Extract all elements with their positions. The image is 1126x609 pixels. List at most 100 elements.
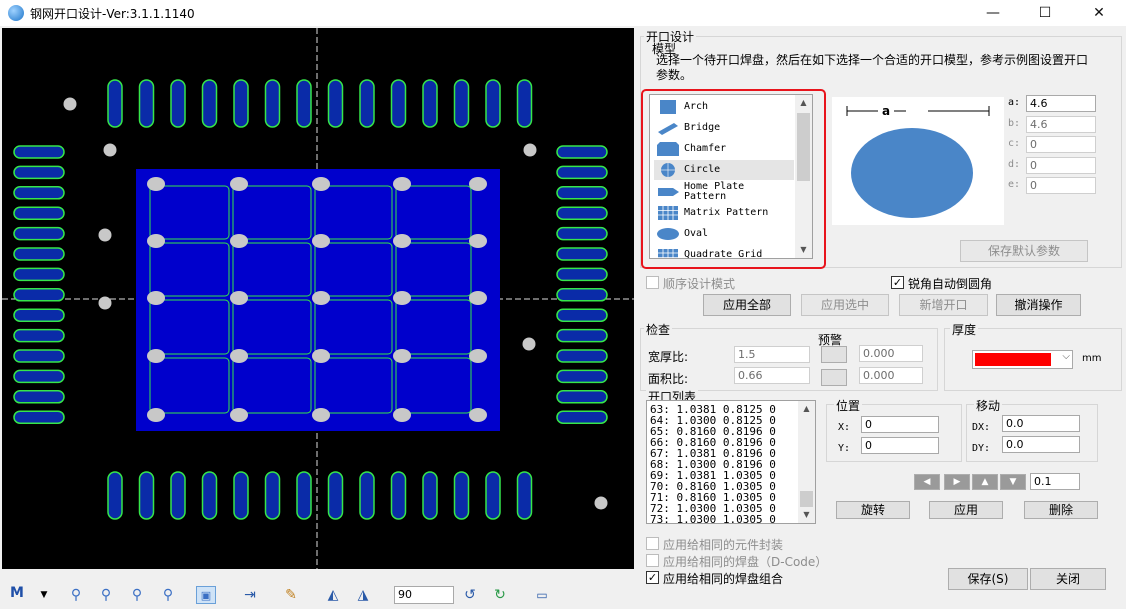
area-warn-value[interactable]: 0.000 [859, 367, 923, 384]
move-right-icon[interactable]: ▶ [944, 474, 970, 490]
model-item-home-plate[interactable]: Home Plate Pattern [654, 182, 794, 202]
model-item-matrix[interactable]: Matrix Pattern [654, 203, 794, 223]
zoom-fit-icon[interactable]: ⚲ [127, 586, 147, 604]
pad [107, 471, 123, 520]
minimize-button[interactable]: — [970, 0, 1016, 26]
zoom-out-icon[interactable]: ⚲ [96, 586, 116, 604]
rotation-angle-input[interactable]: 90 [394, 586, 454, 604]
opening-list-row[interactable]: 73: 1.0300 1.0305 0 [650, 514, 776, 523]
zoom-in-icon[interactable]: ⚲ [66, 586, 86, 604]
same-group-label: 应用给相同的焊盘组合 [663, 572, 784, 586]
window-icon[interactable]: ▭ [532, 586, 552, 604]
apply-all-button[interactable]: 应用全部 [703, 294, 791, 316]
param-c-label: c: [1008, 138, 1021, 149]
pad [13, 369, 65, 384]
move-dy-label: DY: [972, 443, 991, 454]
pad [556, 328, 608, 343]
import-icon[interactable]: ⇥ [240, 586, 260, 604]
position-x-input[interactable]: 0 [861, 416, 939, 433]
move-step-input[interactable]: 0.1 [1030, 473, 1080, 490]
model-item-quadrate-grid[interactable]: Quadrate Grid [654, 245, 794, 258]
chevron-down-icon[interactable]: ▼ [34, 586, 54, 604]
move-up-icon[interactable]: ▲ [972, 474, 998, 490]
apply-button[interactable]: 应用 [929, 501, 1003, 519]
pad [13, 410, 65, 424]
param-a-input[interactable]: 4.6 [1026, 95, 1096, 112]
pad [556, 145, 608, 159]
same-package-checkbox[interactable] [646, 537, 659, 550]
rotate-cw-icon[interactable]: ↻ [490, 586, 510, 604]
sequential-mode-checkbox[interactable] [646, 276, 659, 289]
save-button[interactable]: 保存(S) [948, 568, 1028, 590]
ratio-warn-value[interactable]: 0.000 [859, 345, 923, 362]
auto-round-label: 锐角自动倒圆角 [908, 277, 993, 291]
close-button[interactable]: 关闭 [1030, 568, 1106, 590]
scroll-up-icon[interactable]: ▲ [798, 401, 815, 417]
pad [13, 165, 65, 180]
via [393, 177, 411, 191]
pad [556, 349, 608, 363]
mirror-vertical-icon[interactable]: ◮ [353, 586, 373, 604]
pad [422, 471, 438, 520]
pad [556, 206, 608, 220]
position-label: 位置 [834, 397, 863, 414]
pad [453, 471, 470, 520]
ratio-warn-color[interactable] [821, 346, 847, 363]
rotate-button[interactable]: 旋转 [836, 501, 910, 519]
apply-selected-button[interactable]: 应用选中 [801, 294, 889, 316]
brush-icon[interactable]: ✎ [281, 586, 301, 604]
scroll-thumb[interactable] [800, 491, 813, 507]
scroll-up-icon[interactable]: ▲ [795, 95, 812, 111]
opening-list-scrollbar[interactable]: ▲ ▼ [798, 401, 815, 523]
opening-list[interactable]: 63: 1.0381 0.8125 0 64: 1.0300 0.8125 0 65… [646, 400, 816, 524]
pad [13, 145, 65, 159]
same-package-label: 应用给相同的元件封装 [663, 538, 784, 552]
move-left-icon[interactable]: ◀ [914, 474, 940, 490]
pad [390, 79, 407, 128]
model-list-scrollbar[interactable]: ▲ ▼ [795, 95, 812, 258]
param-b-input[interactable]: 4.6 [1026, 116, 1096, 133]
bridge-icon [658, 123, 678, 135]
scroll-down-icon[interactable]: ▼ [795, 242, 812, 258]
pad [13, 226, 65, 241]
scroll-thumb[interactable] [797, 113, 810, 181]
mirror-horizontal-icon[interactable]: ◭ [323, 586, 343, 604]
same-dcode-checkbox[interactable] [646, 554, 659, 567]
model-item-oval[interactable]: Oval [654, 224, 794, 244]
position-y-input[interactable]: 0 [861, 437, 939, 454]
move-down-icon[interactable]: ▼ [1000, 474, 1026, 490]
undo-button[interactable]: 撤消操作 [996, 294, 1081, 316]
model-list[interactable]: Arch Bridge Chamfer Circle Home Plate Pa… [649, 94, 813, 259]
model-item-bridge[interactable]: Bridge [654, 118, 794, 138]
zoom-window-icon[interactable]: ⚲ [158, 586, 178, 604]
rotate-ccw-icon[interactable]: ↺ [460, 586, 480, 604]
param-c-input[interactable]: 0 [1026, 136, 1096, 153]
via [98, 228, 112, 242]
scroll-down-icon[interactable]: ▼ [798, 507, 815, 523]
pad [107, 79, 123, 128]
same-group-checkbox[interactable]: ✓ [646, 571, 659, 584]
view-icon[interactable]: ▣ [196, 586, 216, 604]
auto-round-checkbox[interactable]: ✓ [891, 276, 904, 289]
param-e-input[interactable]: 0 [1026, 177, 1096, 194]
thickness-select[interactable]: ⌵ [972, 350, 1073, 369]
via [312, 349, 330, 363]
close-window-button[interactable]: ✕ [1076, 0, 1122, 26]
model-item-circle[interactable]: Circle [654, 160, 794, 180]
area-warn-color[interactable] [821, 369, 847, 386]
param-d-input[interactable]: 0 [1026, 157, 1096, 174]
window-title: 钢网开口设计-Ver:3.1.1.1140 [30, 7, 195, 21]
save-default-button[interactable]: 保存默认参数 [960, 240, 1088, 262]
m-menu-button[interactable]: M [10, 585, 24, 601]
move-dx-input[interactable]: 0.0 [1002, 415, 1080, 432]
model-item-chamfer[interactable]: Chamfer [654, 139, 794, 159]
pad [13, 247, 65, 261]
add-opening-button[interactable]: 新增开口 [899, 294, 988, 316]
move-dy-input[interactable]: 0.0 [1002, 436, 1080, 453]
delete-button[interactable]: 删除 [1024, 501, 1098, 519]
chamfer-icon [657, 142, 679, 156]
model-item-arch[interactable]: Arch [654, 97, 794, 117]
maximize-button[interactable]: ☐ [1022, 0, 1068, 26]
title-bar: 钢网开口设计-Ver:3.1.1.1140 — ☐ ✕ [0, 0, 1126, 26]
pcb-canvas[interactable] [2, 28, 634, 569]
